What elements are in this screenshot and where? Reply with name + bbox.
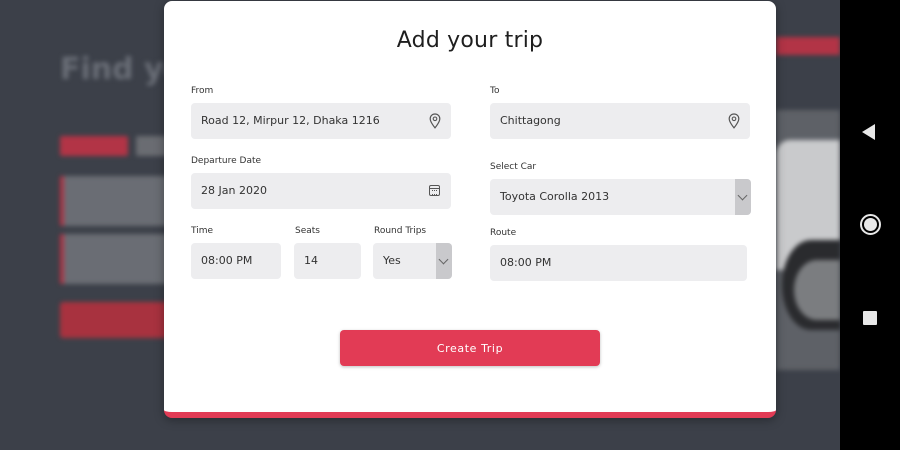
select-car-dropdown[interactable]: Toyota Corolla 2013 [490, 179, 751, 215]
location-pin-icon [728, 113, 740, 129]
departure-date-value: 28 Jan 2020 [201, 184, 267, 197]
select-car-value: Toyota Corolla 2013 [500, 190, 610, 203]
departure-date-label: Departure Date [191, 156, 262, 166]
add-trip-modal: Add your trip From Road 12, Mirpur 12, D… [164, 1, 776, 418]
round-trips-dropdown[interactable]: Yes [373, 243, 452, 279]
time-value: 08:00 PM [201, 254, 253, 267]
route-field[interactable]: 08:00 PM [490, 245, 747, 281]
chevron-down-icon [735, 179, 751, 215]
background-field-date [60, 234, 170, 284]
from-label: From [191, 86, 214, 96]
time-label: Time [191, 226, 214, 236]
home-icon[interactable] [860, 214, 881, 235]
from-field[interactable]: Road 12, Mirpur 12, Dhaka 1216 [191, 103, 451, 139]
route-value: 08:00 PM [500, 256, 552, 269]
calendar-icon [429, 185, 440, 196]
seats-label: Seats [295, 226, 320, 236]
round-trips-value: Yes [383, 254, 401, 267]
select-car-label: Select Car [490, 162, 537, 172]
background-field-from [60, 176, 170, 226]
chevron-down-icon [436, 243, 452, 279]
route-label: Route [490, 228, 517, 238]
to-value: Chittagong [500, 114, 561, 127]
background-tab-active [60, 136, 128, 156]
location-pin-icon [429, 113, 441, 129]
departure-date-field[interactable]: 28 Jan 2020 [191, 173, 451, 209]
seats-field[interactable]: 14 [294, 243, 361, 279]
modal-title: Add your trip [396, 28, 544, 53]
background-search-button [60, 302, 170, 338]
recent-apps-icon[interactable] [863, 311, 877, 325]
from-value: Road 12, Mirpur 12, Dhaka 1216 [201, 114, 380, 127]
create-trip-button[interactable]: Create Trip [340, 330, 600, 366]
to-field[interactable]: Chittagong [490, 103, 750, 139]
to-label: To [490, 86, 500, 96]
time-field[interactable]: 08:00 PM [191, 243, 281, 279]
background-car-image [776, 110, 840, 370]
round-trips-label: Round Trips [374, 226, 427, 236]
back-icon[interactable] [862, 124, 875, 140]
seats-value: 14 [304, 254, 318, 267]
background-banner [776, 37, 840, 55]
